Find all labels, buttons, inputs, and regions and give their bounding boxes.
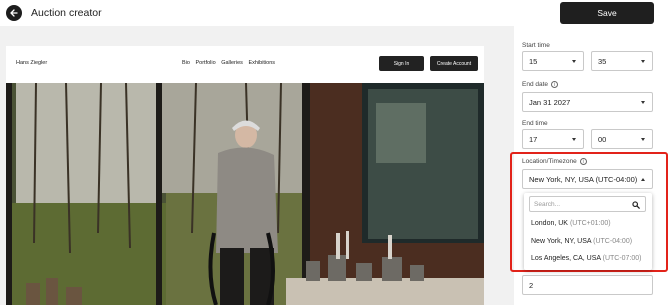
preview-create-account-button[interactable]: Create Account	[430, 56, 478, 71]
save-button[interactable]: Save	[560, 2, 654, 24]
start-hour-value: 15	[529, 56, 538, 66]
chevron-down-icon	[641, 60, 645, 63]
timezone-option-london[interactable]: London, UK (UTC+01:00)	[531, 220, 611, 227]
preview-sign-in-button[interactable]: Sign In	[379, 56, 424, 71]
option-offset: (UTC-07:00)	[602, 255, 642, 262]
option-offset: (UTC-04:00)	[593, 238, 633, 245]
hero-photo	[6, 83, 484, 305]
option-name: London, UK	[531, 220, 568, 227]
chevron-down-icon	[641, 101, 645, 104]
option-offset: (UTC+01:00)	[569, 220, 611, 227]
end-date-select[interactable]: Jan 31 2027	[522, 92, 653, 112]
page-title: Auction creator	[31, 7, 102, 19]
end-minute-select[interactable]: 00	[591, 129, 653, 149]
option-name: New York, NY, USA	[531, 238, 592, 245]
end-hour-select[interactable]: 17	[522, 129, 584, 149]
number-field-value: 2	[529, 280, 534, 290]
end-minute-value: 00	[598, 134, 607, 144]
site-preview: Hans Ziegler Bio Portfolio Galleries Exh…	[6, 46, 484, 305]
preview-nav: Bio Portfolio Galleries Exhibitions	[182, 60, 279, 66]
chevron-down-icon	[572, 138, 576, 141]
timezone-search-placeholder: Search...	[534, 200, 561, 208]
end-date-label: End date i	[522, 81, 559, 88]
start-time-label: Start time	[522, 42, 550, 49]
end-date-label-text: End date	[522, 81, 549, 88]
search-icon	[632, 201, 640, 209]
chevron-down-icon	[641, 138, 645, 141]
end-date-value: Jan 31 2027	[529, 97, 571, 107]
info-icon[interactable]: i	[551, 81, 559, 88]
start-minute-value: 35	[598, 56, 607, 66]
number-field[interactable]: 2	[522, 275, 653, 295]
timezone-option-new-york[interactable]: New York, NY, USA (UTC-04:00)	[531, 238, 632, 245]
chevron-down-icon	[572, 60, 576, 63]
option-name: Los Angeles, CA, USA	[531, 255, 601, 262]
preview-nav-portfolio[interactable]: Portfolio	[195, 60, 215, 66]
back-button[interactable]	[6, 5, 22, 21]
preview-nav-galleries[interactable]: Galleries	[221, 60, 243, 66]
end-hour-value: 17	[529, 134, 538, 144]
timezone-dropdown: Search... London, UK (UTC+01:00) New Yor…	[524, 193, 652, 270]
preview-nav-exhibitions[interactable]: Exhibitions	[248, 60, 275, 66]
timezone-option-los-angeles[interactable]: Los Angeles, CA, USA (UTC-07:00)	[531, 255, 642, 262]
timezone-search-input[interactable]: Search...	[529, 196, 646, 212]
arrow-left-icon	[10, 9, 18, 17]
start-hour-select[interactable]: 15	[522, 51, 584, 71]
start-minute-select[interactable]: 35	[591, 51, 653, 71]
end-time-label: End time	[522, 120, 548, 127]
preview-nav-bio[interactable]: Bio	[182, 60, 190, 66]
preview-artist-name[interactable]: Hans Ziegler	[16, 60, 47, 66]
top-bar: Auction creator Save	[0, 0, 670, 26]
